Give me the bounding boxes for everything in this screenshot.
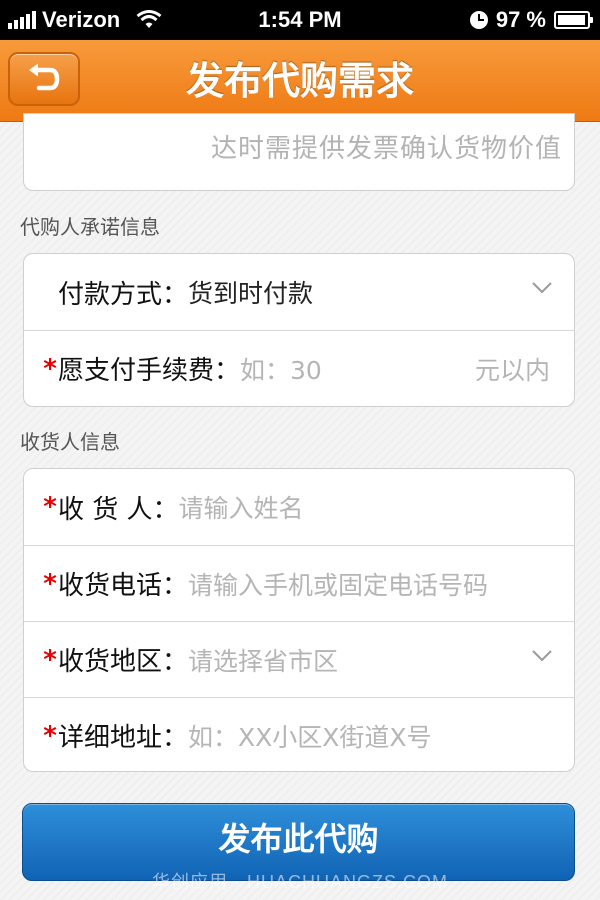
payment-method-label: 付款方式： — [58, 279, 189, 310]
description-textarea[interactable]: 达时需提供发票确认货物价值 — [23, 113, 575, 191]
receiver-phone-input[interactable]: * 收货电话： 请输入手机或固定电话号码 — [24, 545, 574, 621]
back-return-icon — [29, 63, 60, 91]
receiver-address-placeholder: 如：XX小区X街道X号 — [188, 722, 432, 752]
receiver-name-placeholder: 请输入姓名 — [178, 494, 304, 523]
receiver-region-placeholder: 请选择省市区 — [188, 646, 339, 676]
receiver-name-input[interactable]: * 收 货 人： 请输入姓名 — [24, 469, 574, 545]
page-title: 发布代购需求 — [185, 59, 414, 103]
alarm-clock-icon — [469, 11, 488, 29]
receiver-card: * 收 货 人： 请输入姓名 * 收货电话： 请输入手机或固定电话号码 * 收货… — [23, 468, 575, 772]
required-mark: * — [43, 644, 57, 675]
fee-label: 愿支付手续费： — [58, 356, 241, 386]
receiver-phone-placeholder: 请输入手机或固定电话号码 — [188, 570, 489, 600]
section-label-promise: 代购人承诺信息 — [20, 215, 160, 239]
required-mark: * — [43, 492, 57, 522]
required-mark: * — [43, 353, 57, 384]
chevron-down-icon — [532, 650, 552, 662]
battery-percent: 97 % — [495, 7, 546, 32]
form-content: 达时需提供发票确认货物价值 代购人承诺信息 付款方式： 货到时付款 * 愿支付手… — [0, 113, 600, 900]
navigation-bar: 发布代购需求 — [0, 40, 600, 122]
watermark: 华创应用 · HUACHUANGZS.COM — [152, 872, 448, 892]
receiver-address-label: 详细地址： — [58, 723, 189, 753]
receiver-region-select[interactable]: * 收货地区： 请选择省市区 — [24, 621, 574, 697]
status-bar: Verizon 1:54 PM 97 % — [0, 0, 600, 40]
battery-fill — [558, 15, 586, 25]
required-mark: * — [43, 568, 57, 599]
back-button[interactable] — [8, 52, 80, 106]
chevron-down-icon — [532, 282, 552, 294]
receiver-name-label: 收 货 人： — [58, 494, 179, 525]
payment-method-value: 货到时付款 — [188, 279, 314, 308]
battery-icon — [554, 11, 593, 29]
status-right: 97 % — [469, 0, 593, 40]
required-mark: * — [43, 720, 57, 751]
payment-method-select[interactable]: 付款方式： 货到时付款 — [24, 254, 574, 330]
submit-label: 发布此代购 — [218, 820, 379, 858]
receiver-phone-label: 收货电话： — [58, 571, 189, 601]
fee-placeholder: 如：30 — [240, 355, 322, 385]
fee-suffix: 元以内 — [474, 355, 550, 385]
receiver-address-input[interactable]: * 详细地址： 如：XX小区X街道X号 — [24, 697, 574, 771]
receiver-region-label: 收货地区： — [58, 647, 189, 677]
fee-input[interactable]: * 愿支付手续费： 如：30 元以内 — [24, 330, 574, 406]
promise-card: 付款方式： 货到时付款 * 愿支付手续费： 如：30 元以内 — [23, 253, 575, 407]
section-label-receiver: 收货人信息 — [20, 430, 120, 454]
description-text: 达时需提供发票确认货物价值 — [210, 134, 562, 164]
